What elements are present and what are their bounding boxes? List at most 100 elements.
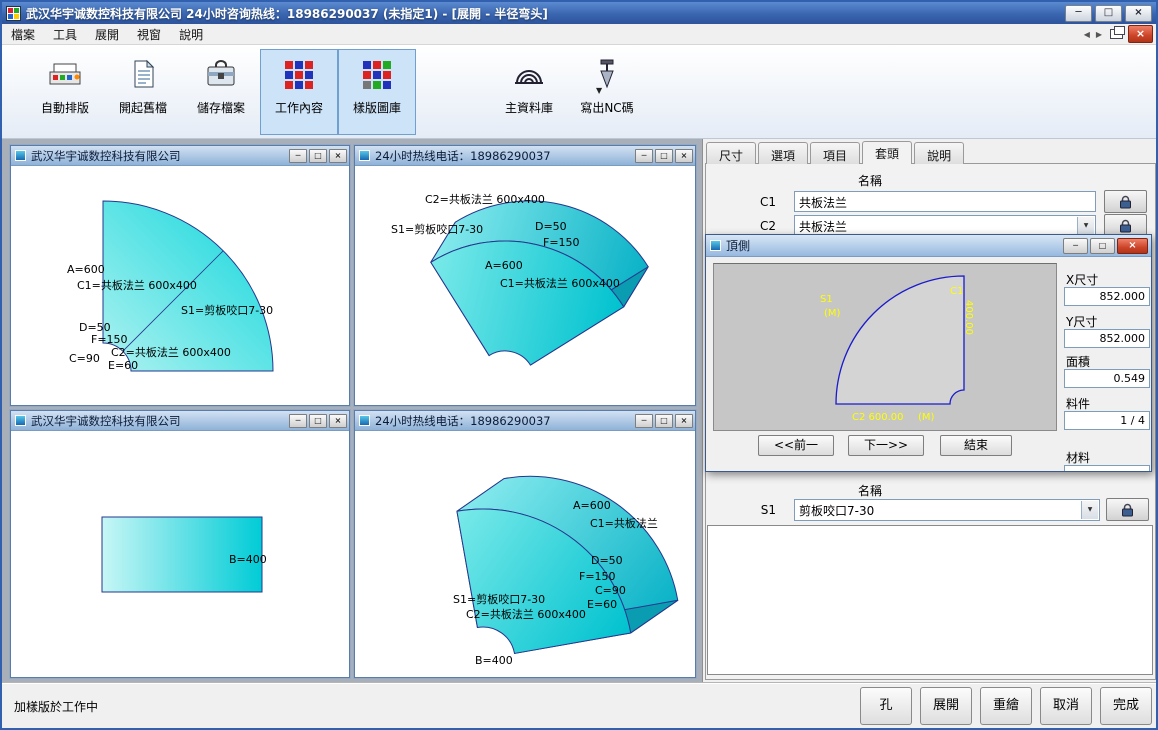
save-file-button[interactable]: 儲存檔案 bbox=[182, 49, 260, 135]
child-minimize-button[interactable] bbox=[635, 149, 653, 163]
c2-combobox[interactable]: 共板法兰 bbox=[794, 215, 1096, 236]
child-window-icon bbox=[359, 150, 370, 161]
dim-label: F=150 bbox=[579, 570, 616, 583]
tab-notes[interactable]: 說明 bbox=[914, 142, 964, 164]
lock-icon bbox=[1119, 195, 1132, 209]
toolbar-overflow-icon[interactable] bbox=[596, 86, 602, 95]
work-content-button[interactable]: 工作內容 bbox=[260, 49, 338, 135]
previous-button[interactable]: <<前一 bbox=[758, 435, 834, 456]
tab-connector[interactable]: 套頭 bbox=[862, 141, 912, 164]
notes-area[interactable] bbox=[707, 525, 1153, 675]
menubar: 檔案 工具 展開 視窗 說明 bbox=[2, 24, 1156, 45]
y-size-field[interactable]: 852.000 bbox=[1064, 329, 1150, 348]
area-label: 面積 bbox=[1066, 353, 1090, 370]
menu-window[interactable]: 視窗 bbox=[128, 23, 170, 46]
menu-tools[interactable]: 工具 bbox=[44, 23, 86, 46]
part-field[interactable]: 1 / 4 bbox=[1064, 411, 1150, 430]
dim-label: C2=共板法兰 600x400 bbox=[466, 607, 586, 621]
menu-file[interactable]: 檔案 bbox=[2, 23, 44, 46]
child-title: 24小时热线电话：18986290037 bbox=[375, 413, 633, 429]
child-titlebar[interactable]: 24小时热线电话：18986290037 bbox=[355, 146, 695, 166]
chevron-down-icon[interactable] bbox=[1077, 217, 1094, 234]
area-field[interactable]: 0.549 bbox=[1064, 369, 1150, 388]
tab-items[interactable]: 項目 bbox=[810, 142, 860, 164]
preview-close-button[interactable] bbox=[1117, 238, 1148, 254]
master-database-label: 主資料庫 bbox=[505, 99, 553, 116]
child-window-3d-view-top: 24小时热线电话：18986290037 bbox=[354, 145, 696, 406]
dim-label: C2=共板法兰 600x400 bbox=[111, 345, 231, 359]
material-field[interactable] bbox=[1064, 465, 1150, 472]
maximize-button[interactable] bbox=[1095, 5, 1122, 22]
child-close-button[interactable] bbox=[675, 414, 693, 428]
child-window-flat-pattern: 武汉华宇诚数控科技有限公司 A=600 C1=共板法兰 600x400 bbox=[10, 145, 350, 406]
nav-forward-icon[interactable] bbox=[1093, 30, 1105, 39]
tab-dimensions[interactable]: 尺寸 bbox=[706, 142, 756, 164]
child-close-button[interactable] bbox=[329, 414, 347, 428]
s1-combobox[interactable]: 剪板咬口7-30 bbox=[794, 499, 1100, 521]
child-minimize-button[interactable] bbox=[289, 414, 307, 428]
child-close-button[interactable] bbox=[675, 149, 693, 163]
application-window: 武汉华宇诚数控科技有限公司 24小时咨询热线：18986290037 (未指定1… bbox=[0, 0, 1158, 730]
hole-button[interactable]: 孔 bbox=[860, 687, 912, 725]
child-titlebar[interactable]: 24小时热线电话：18986290037 bbox=[355, 411, 695, 431]
child-minimize-button[interactable] bbox=[289, 149, 307, 163]
chevron-down-icon[interactable] bbox=[1081, 501, 1098, 519]
c1-lock-button[interactable] bbox=[1104, 190, 1147, 213]
cancel-button[interactable]: 取消 bbox=[1040, 687, 1092, 725]
save-file-label: 儲存檔案 bbox=[197, 99, 245, 116]
child-maximize-button[interactable] bbox=[309, 414, 327, 428]
s1-lock-button[interactable] bbox=[1106, 498, 1149, 521]
dim-label: C1=共板法兰 600x400 bbox=[77, 278, 197, 292]
template-library-button[interactable]: 樣版圖庫 bbox=[338, 49, 416, 135]
seam-label: S1 bbox=[820, 294, 833, 305]
auto-nesting-button[interactable]: 自動排版 bbox=[26, 49, 104, 135]
child-maximize-button[interactable] bbox=[309, 149, 327, 163]
statusbar: 加樣版於工作中 孔 展開 重繪 取消 完成 bbox=[2, 682, 1156, 728]
name-header-2: 名稱 bbox=[858, 482, 882, 499]
dim-label: E=60 bbox=[587, 598, 617, 611]
minimize-button[interactable] bbox=[1065, 5, 1092, 22]
nav-back-icon[interactable] bbox=[1081, 30, 1093, 39]
child-window-icon bbox=[15, 415, 26, 426]
child-close-button[interactable] bbox=[329, 149, 347, 163]
child-title: 24小时热线电话：18986290037 bbox=[375, 148, 633, 164]
menu-help[interactable]: 說明 bbox=[170, 23, 212, 46]
master-database-button[interactable]: 主資料庫 bbox=[490, 49, 568, 135]
unfold-button[interactable]: 展開 bbox=[920, 687, 972, 725]
finish-button[interactable]: 完成 bbox=[1100, 687, 1152, 725]
finish-button[interactable]: 結束 bbox=[940, 435, 1012, 456]
child-maximize-button[interactable] bbox=[655, 149, 673, 163]
child-titlebar[interactable]: 武汉华宇诚数控科技有限公司 bbox=[11, 146, 349, 166]
preview-titlebar[interactable]: 頂側 bbox=[706, 235, 1151, 257]
y-size-label: Y尺寸 bbox=[1066, 313, 1097, 330]
lock-icon bbox=[1119, 219, 1132, 233]
child-close-button[interactable] bbox=[1128, 25, 1153, 43]
tab-options[interactable]: 選項 bbox=[758, 142, 808, 164]
name-header: 名稱 bbox=[858, 172, 882, 189]
child-window-3d-view-bottom: 24小时热线电话：18986290037 bbox=[354, 410, 696, 678]
profile-preview-drawing: S1 (M) C1 400.00 C2 600.00 (M) bbox=[714, 264, 1056, 430]
dim-label: F=150 bbox=[543, 236, 580, 249]
titlebar[interactable]: 武汉华宇诚数控科技有限公司 24小时咨询热线：18986290037 (未指定1… bbox=[2, 2, 1156, 24]
child-minimize-button[interactable] bbox=[635, 414, 653, 428]
dim-label: A=600 bbox=[485, 259, 523, 272]
open-file-button[interactable]: 開起舊檔 bbox=[104, 49, 182, 135]
open-file-label: 開起舊檔 bbox=[119, 99, 167, 116]
menu-unfold[interactable]: 展開 bbox=[86, 23, 128, 46]
nc-output-button[interactable]: 寫出NC碼 bbox=[568, 49, 646, 135]
preview-minimize-button[interactable] bbox=[1063, 238, 1088, 254]
child-maximize-button[interactable] bbox=[655, 414, 673, 428]
template-library-icon bbox=[354, 50, 400, 98]
dim-label: D=50 bbox=[535, 220, 567, 233]
child-titlebar[interactable]: 武汉华宇诚数控科技有限公司 bbox=[11, 411, 349, 431]
preview-maximize-button[interactable] bbox=[1090, 238, 1115, 254]
x-size-field[interactable]: 852.000 bbox=[1064, 287, 1150, 306]
c1-input[interactable]: 共板法兰 bbox=[794, 191, 1096, 212]
lock-icon bbox=[1121, 503, 1134, 517]
child-restore-button[interactable] bbox=[1110, 29, 1123, 39]
close-button[interactable] bbox=[1125, 5, 1152, 22]
next-button[interactable]: 下一>> bbox=[848, 435, 924, 456]
c1-label: C1 bbox=[752, 195, 776, 209]
redraw-button[interactable]: 重繪 bbox=[980, 687, 1032, 725]
c1-dim-label: 400.00 bbox=[963, 300, 974, 335]
